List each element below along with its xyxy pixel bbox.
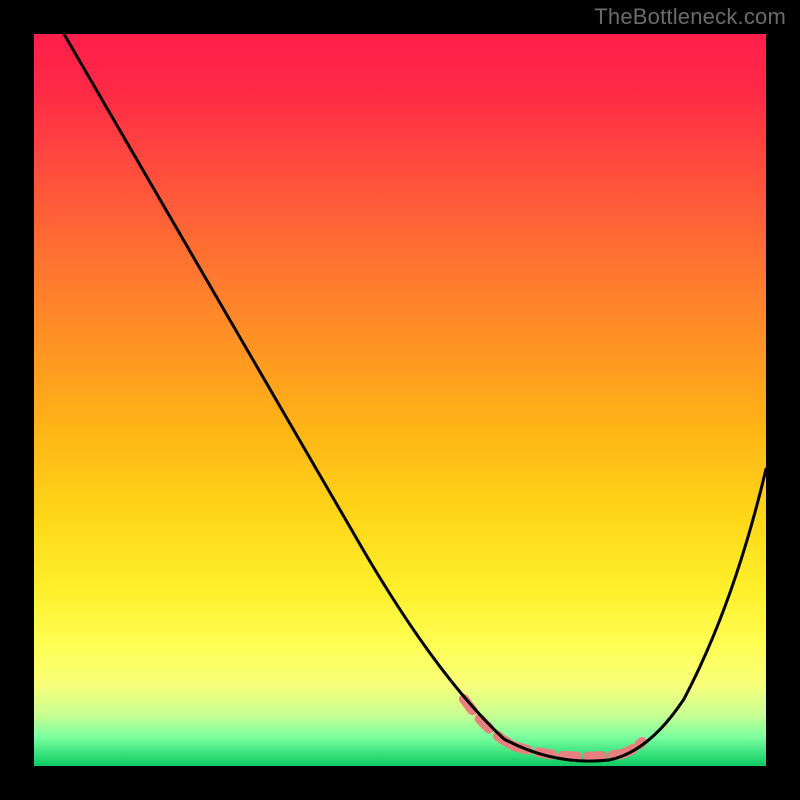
curve-path <box>64 34 766 761</box>
plot-area <box>34 34 766 766</box>
attribution-text: TheBottleneck.com <box>594 4 786 30</box>
bottleneck-curve <box>34 34 766 766</box>
chart-frame: TheBottleneck.com <box>0 0 800 800</box>
